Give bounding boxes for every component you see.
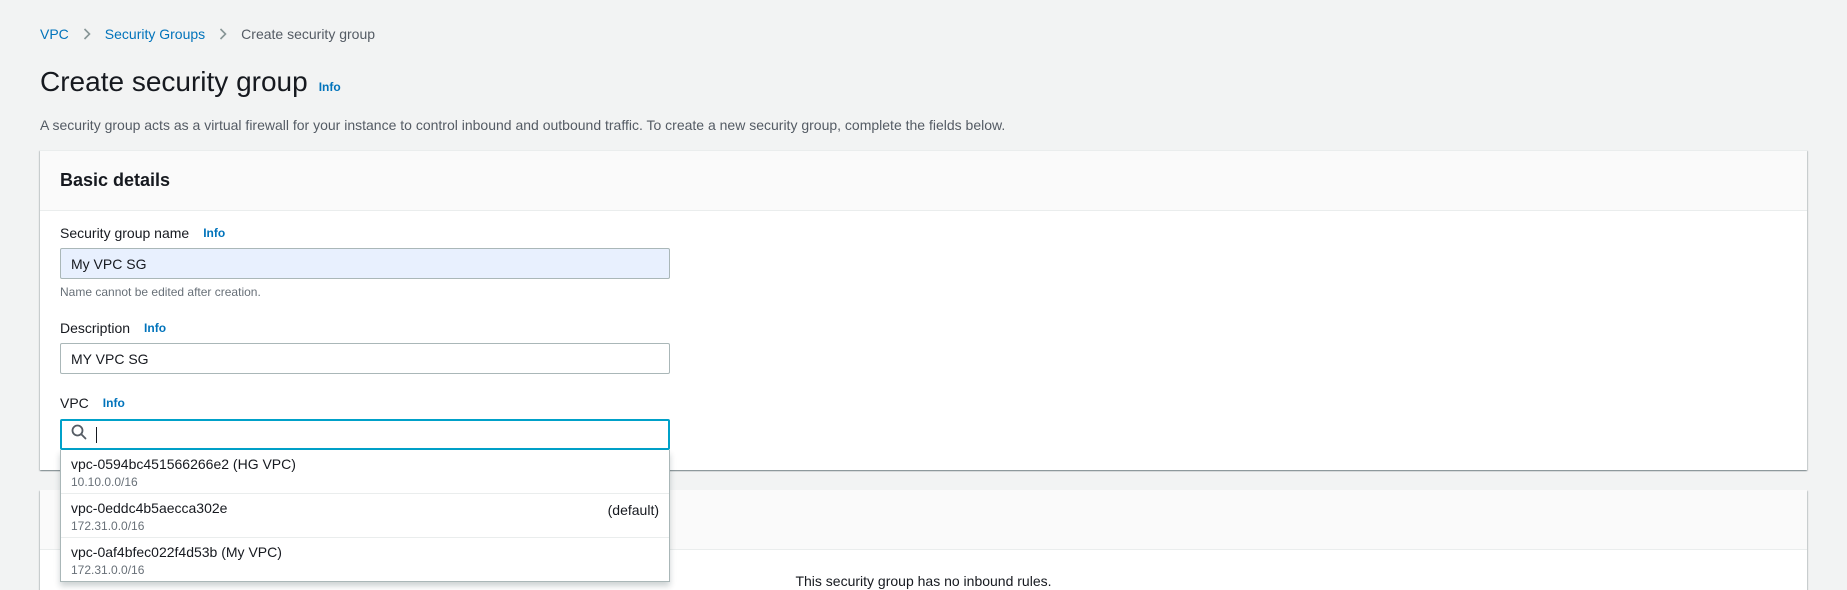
vpc-option-id: vpc-0594bc451566266e2 (HG VPC): [71, 456, 296, 472]
search-icon: [71, 424, 87, 445]
text-caret: [96, 426, 97, 443]
vpc-option[interactable]: vpc-0594bc451566266e2 (HG VPC) 10.10.0.0…: [61, 450, 669, 494]
vpc-option-cidr: 172.31.0.0/16: [71, 519, 145, 533]
breadcrumb-current: Create security group: [241, 26, 376, 42]
vpc-option[interactable]: vpc-0eddc4b5aecca302e 172.31.0.0/16 (def…: [61, 494, 669, 538]
security-group-name-info-link[interactable]: Info: [203, 226, 225, 240]
security-group-name-label: Security group name: [60, 225, 190, 241]
basic-details-body: Security group name Info My VPC SG Name …: [40, 211, 1807, 450]
vpc-option-cidr: 172.31.0.0/16: [71, 563, 145, 577]
description-info-link[interactable]: Info: [144, 321, 166, 335]
breadcrumb-vpc-link[interactable]: VPC: [40, 26, 69, 42]
page-description: A security group acts as a virtual firew…: [40, 117, 1006, 133]
basic-details-panel: Basic details Security group name Info M…: [40, 150, 1807, 470]
vpc-field: VPC Info: [60, 395, 670, 450]
page-info-link[interactable]: Info: [319, 80, 341, 94]
chevron-right-icon: [83, 28, 91, 40]
page-title: Create security group: [40, 66, 308, 97]
vpc-label-row: VPC Info: [60, 395, 670, 411]
vpc-option-id: vpc-0eddc4b5aecca302e: [71, 500, 228, 516]
description-input[interactable]: MY VPC SG: [60, 343, 670, 374]
description-label: Description: [60, 320, 131, 336]
vpc-option-default-tag: (default): [607, 502, 659, 518]
security-group-name-hint: Name cannot be edited after creation.: [60, 285, 261, 299]
vpc-dropdown-list: vpc-0594bc451566266e2 (HG VPC) 10.10.0.0…: [60, 450, 670, 582]
vpc-option-cidr: 10.10.0.0/16: [71, 475, 138, 489]
security-group-name-input[interactable]: My VPC SG: [60, 248, 670, 279]
vpc-search-input[interactable]: [60, 419, 670, 450]
basic-details-title: Basic details: [40, 151, 1807, 211]
vpc-info-link[interactable]: Info: [103, 396, 125, 410]
vpc-option[interactable]: vpc-0af4bfec022f4d53b (My VPC) 172.31.0.…: [61, 538, 669, 581]
vpc-option-id: vpc-0af4bfec022f4d53b (My VPC): [71, 544, 282, 560]
breadcrumb-security-groups-link[interactable]: Security Groups: [105, 26, 205, 42]
page: VPC Security Groups Create security grou…: [0, 0, 1847, 590]
chevron-right-icon: [219, 28, 227, 40]
vpc-label: VPC: [60, 395, 89, 411]
breadcrumb: VPC Security Groups Create security grou…: [40, 26, 375, 42]
description-label-row: Description Info: [60, 320, 670, 336]
description-field: Description Info MY VPC SG: [60, 320, 670, 374]
security-group-name-field: Security group name Info My VPC SG Name …: [60, 225, 670, 299]
security-group-name-label-row: Security group name Info: [60, 225, 670, 241]
page-header: Create security group Info: [40, 66, 341, 98]
